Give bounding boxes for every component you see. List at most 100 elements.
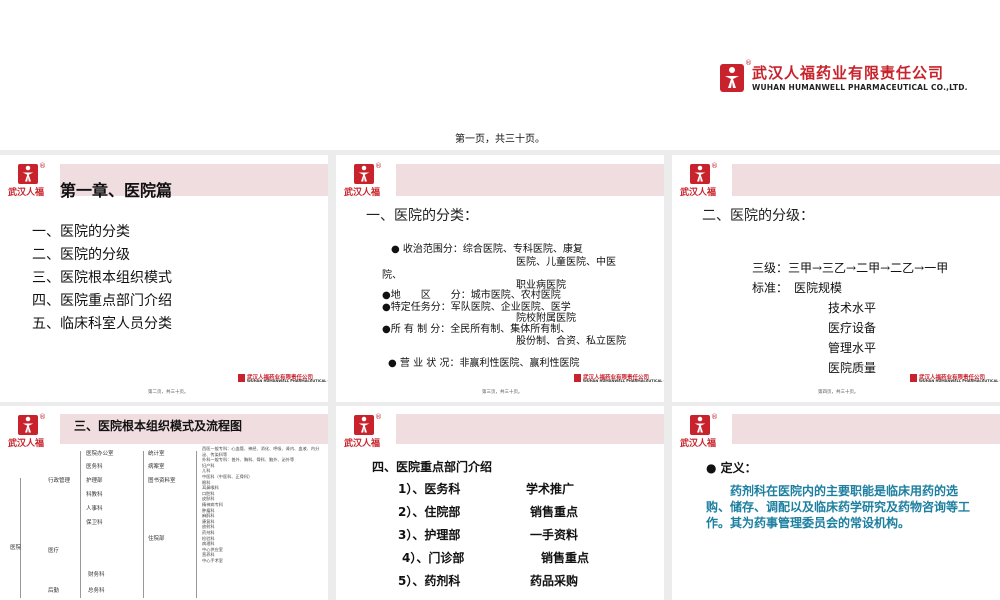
slide-heading: 一、医院的分类： <box>366 208 478 224</box>
footer-company-en: WUHAN HUMANWELL PHARMACEUTICAL CO.,LTD. <box>919 379 1000 383</box>
humanwell-logo-icon <box>18 164 38 184</box>
humanwell-logo-icon <box>690 415 710 435</box>
registered-mark: ® <box>375 413 382 421</box>
list-item: 二、医院的分级 <box>32 247 130 263</box>
org-connector <box>20 478 21 598</box>
logo-mark-icon <box>910 374 917 382</box>
org-node: 医院办公室 <box>86 451 114 457</box>
humanwell-logo-icon <box>354 164 374 184</box>
registered-mark: ® <box>39 162 46 170</box>
org-node: 护理部 <box>86 478 103 484</box>
footer-logo: 武汉人福药业有限责任公司 WUHAN HUMANWELL PHARMACEUTI… <box>910 373 1000 385</box>
slide-logo: ® 武汉人福 <box>680 413 726 449</box>
definition-label: ● 定义： <box>706 461 757 475</box>
grade-levels: 三级：三甲→三乙→二甲→二乙→一甲 <box>752 261 949 275</box>
list-item: 四、医院重点部门介绍 <box>32 293 172 309</box>
contents-list: 一、医院的分类 二、医院的分级 三、医院根本组织模式 四、医院重点部门介绍 五、… <box>32 221 172 336</box>
list-item: 三、医院根本组织模式 <box>32 270 172 286</box>
title-band <box>732 164 1000 196</box>
department-purpose: 销售重点 <box>530 505 579 519</box>
org-node: 图书资料室 <box>148 478 176 484</box>
logo-mark-icon <box>238 374 245 382</box>
slide-hospital-grading[interactable]: ® 武汉人福 二、医院的分级： 三级：三甲→三乙→二甲→二乙→一甲 标准： 医院… <box>672 155 1000 402</box>
department-purpose: 药品采购 <box>530 574 579 588</box>
logo-text: 武汉人福 <box>680 188 717 198</box>
slide-title: 第一章、医院篇 <box>60 181 173 200</box>
department-item: 西医一般专科：心血管、神经、消化、呼吸、肾内、血液、内分泌、传染科等 <box>202 446 320 457</box>
department-name: 1）、医务科 <box>398 482 461 496</box>
footer-page: 第三页，共三十页。 <box>482 390 523 395</box>
logo-text: 武汉人福 <box>344 188 381 198</box>
humanwell-logo-icon <box>720 64 744 92</box>
slide-pharmacy-definition[interactable]: ® 武汉人福 ● 定义： 药剂科在医院内的主要职能是临床用药的选购、储存、调配以… <box>672 406 1000 600</box>
org-node: 总务科 <box>88 588 105 594</box>
slide-logo: ® 武汉人福 <box>8 162 54 198</box>
registered-mark: ® <box>375 162 382 170</box>
classification-line: ● 营 业 状 况：非赢利性医院、赢利性医院 <box>388 358 580 369</box>
company-name-cn: 武汉人福药业有限责任公司 <box>752 64 945 82</box>
classification-line: 院、 <box>382 270 402 281</box>
page-caption: 第一页，共三十页。 <box>455 134 545 145</box>
standard-label: 标准： <box>752 281 783 295</box>
logo-mark-icon <box>574 374 581 382</box>
org-connector <box>80 451 81 598</box>
department-purpose: 销售重点 <box>541 551 590 565</box>
department-name: 2）、住院部 <box>398 505 461 519</box>
org-node: 行政管理 <box>48 478 71 484</box>
standard-item: 管理水平 <box>828 341 877 355</box>
definition-text: 药剂科在医院内的主要职能是临床用药的选购、储存、调配以及临床药学研究及药物咨询等… <box>706 484 971 530</box>
title-band <box>396 164 664 196</box>
registered-mark: ® <box>39 413 46 421</box>
company-name-en: WUHAN HUMANWELL PHARMACEUTICAL CO.,LTD. <box>752 83 968 92</box>
title-band <box>732 414 1000 444</box>
footer-company-en: WUHAN HUMANWELL PHARMACEUTICAL CO.,LTD. <box>583 379 664 383</box>
humanwell-logo-icon <box>18 415 38 435</box>
department-purpose: 学术推广 <box>526 482 575 496</box>
slide-title: 三、医院根本组织模式及流程图 <box>74 419 243 433</box>
logo-text: 武汉人福 <box>8 439 45 449</box>
classification-line: 股份制、合资、私立医院 <box>516 336 626 347</box>
standard-item: 医院规模 <box>794 281 843 295</box>
org-node: 医务科 <box>86 464 103 470</box>
slide-heading: 二、医院的分级： <box>702 208 814 224</box>
org-node: 医疗 <box>48 548 60 554</box>
org-node: 统计室 <box>148 451 165 457</box>
slide-logo: ® 武汉人福 <box>344 413 390 449</box>
department-name: 5）、药剂科 <box>398 574 461 588</box>
standard-item: 技术水平 <box>828 301 877 315</box>
org-node: 科教科 <box>86 492 103 498</box>
logo-text: 武汉人福 <box>344 439 381 449</box>
slide-title: 四、医院重点部门介绍 <box>372 460 493 474</box>
humanwell-logo-icon <box>690 164 710 184</box>
slide-contents[interactable]: ® 武汉人福 第一章、医院篇 一、医院的分类 二、医院的分级 三、医院根本组织模… <box>0 155 328 402</box>
list-item: 一、医院的分类 <box>32 224 130 240</box>
footer-logo: 武汉人福药业有限责任公司 WUHAN HUMANWELL PHARMACEUTI… <box>238 373 328 385</box>
org-node: 医院 <box>10 545 22 551</box>
grading-block: 三级：三甲→三乙→二甲→二乙→一甲 标准： 医院规模 技术水平 医疗设备 管理水… <box>752 258 948 378</box>
department-item: 中心手术室 <box>202 557 223 563</box>
slide-org-structure[interactable]: ® 武汉人福 三、医院根本组织模式及流程图 医院 行政管理 医疗 后勤 医院办公… <box>0 406 328 600</box>
slide-logo: ® 武汉人福 <box>8 413 54 449</box>
cover-slide: ® 武汉人福药业有限责任公司 WUHAN HUMANWELL PHARMACEU… <box>0 0 1000 150</box>
org-node: 病案室 <box>148 464 165 470</box>
department-name: 4）、门诊部 <box>402 551 465 565</box>
logo-text: 武汉人福 <box>8 188 45 198</box>
classification-line: 医院、儿童医院、中医 <box>516 257 616 268</box>
company-logo: ® 武汉人福药业有限责任公司 WUHAN HUMANWELL PHARMACEU… <box>720 59 968 98</box>
org-node: 保卫科 <box>86 520 103 526</box>
slide-hospital-classification[interactable]: ® 武汉人福 一、医院的分类： ● 收治范围分：综合医院、专科医院、康复 医院、… <box>336 155 664 402</box>
slide-key-departments[interactable]: ® 武汉人福 四、医院重点部门介绍 1）、医务科 学术推广 2）、住院部 销售重… <box>336 406 664 600</box>
footer-company-en: WUHAN HUMANWELL PHARMACEUTICAL CO.,LTD. <box>247 379 328 383</box>
org-connector <box>196 451 197 598</box>
standard-item: 医疗设备 <box>828 321 877 335</box>
title-band <box>396 414 664 444</box>
logo-text: 武汉人福 <box>680 439 717 449</box>
slide-logo: ® 武汉人福 <box>344 162 390 198</box>
department-purpose: 一手资料 <box>530 528 579 542</box>
list-item: 五、临床科室人员分类 <box>32 316 172 332</box>
footer-logo: 武汉人福药业有限责任公司 WUHAN HUMANWELL PHARMACEUTI… <box>574 373 664 385</box>
org-node: 住院部 <box>148 536 165 542</box>
org-node: 财务科 <box>88 572 105 578</box>
registered-mark: ® <box>745 59 752 67</box>
org-node: 人事科 <box>86 506 103 512</box>
